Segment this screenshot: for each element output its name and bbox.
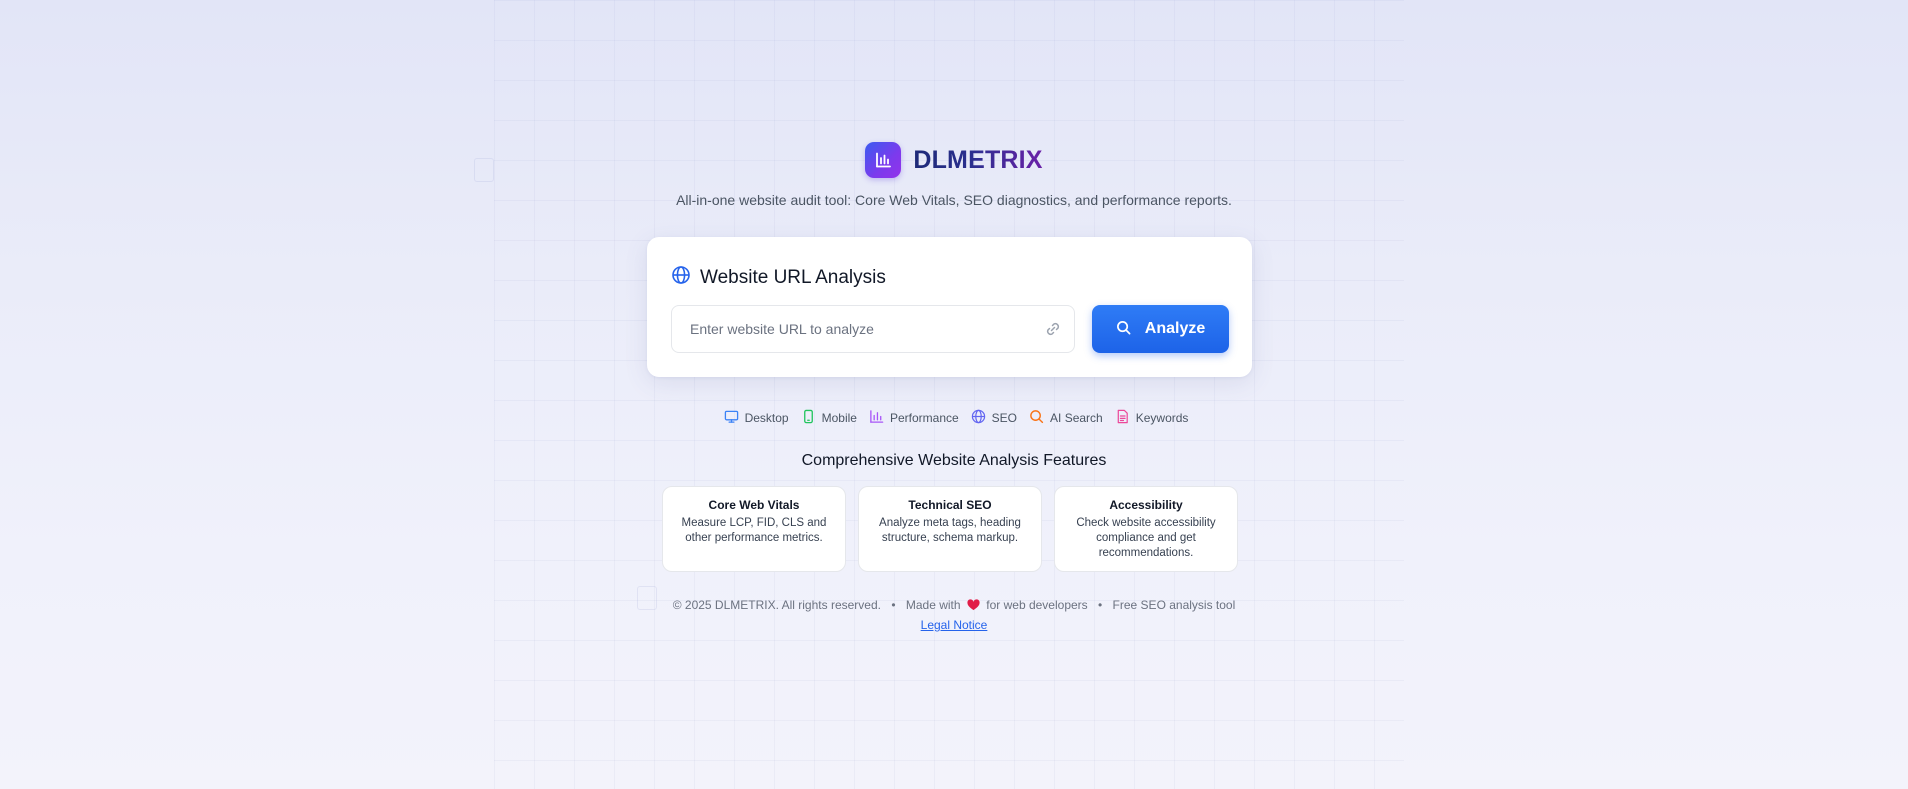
search-icon	[1029, 409, 1044, 427]
category-label: Desktop	[744, 411, 789, 425]
card-title: Website URL Analysis	[671, 265, 886, 290]
smartphone-icon	[801, 409, 816, 427]
card-title-text: Website URL Analysis	[700, 266, 886, 288]
tagline: All-in-one website audit tool: Core Web …	[676, 192, 1232, 208]
category-desktop: Desktop	[724, 409, 789, 427]
legal-notice-container: Legal Notice	[0, 618, 1908, 632]
feature-card-accessibility: Accessibility Check website accessibilit…	[1054, 486, 1238, 572]
document-icon	[1115, 409, 1130, 427]
globe-icon	[971, 409, 986, 427]
url-analysis-card: Website URL Analysis Analyze	[647, 237, 1252, 377]
legal-notice-link[interactable]: Legal Notice	[921, 618, 988, 632]
category-seo: SEO	[971, 409, 1017, 427]
category-label: AI Search	[1050, 411, 1103, 425]
features-heading: Comprehensive Website Analysis Features	[801, 452, 1107, 469]
feature-description: Analyze meta tags, heading structure, sc…	[879, 517, 1021, 544]
page: DLMETRIX All-in-one website audit tool: …	[0, 0, 1908, 789]
feature-description: Measure LCP, FID, CLS and other performa…	[681, 517, 827, 544]
feature-card-technical-seo: Technical SEO Analyze meta tags, heading…	[858, 486, 1042, 572]
search-icon	[1116, 320, 1131, 338]
globe-icon	[671, 265, 691, 290]
feature-description: Check website accessibility compliance a…	[1076, 517, 1216, 559]
category-label: Keywords	[1135, 411, 1189, 425]
category-mobile: Mobile	[801, 409, 857, 427]
monitor-icon	[724, 409, 739, 427]
feature-list: Core Web Vitals Measure LCP, FID, CLS an…	[662, 486, 1238, 572]
footer-separator: •	[1098, 598, 1103, 612]
brand-logo-icon	[865, 142, 902, 178]
copyright-text: © 2025 DLMETRIX. All rights reserved.	[672, 598, 881, 612]
feature-title: Technical SEO	[908, 498, 992, 512]
analyze-button-label: Analyze	[1144, 320, 1206, 337]
brand-name: DLMETRIX	[913, 145, 1043, 174]
category-list: Desktop Mobile Performance SEO AI Search…	[0, 409, 1908, 427]
footer: © 2025 DLMETRIX. All rights reserved. • …	[0, 598, 1908, 614]
url-input-container[interactable]	[671, 305, 1075, 353]
category-ai-search: AI Search	[1029, 409, 1103, 427]
heart-icon	[967, 599, 980, 614]
category-label: Mobile	[821, 411, 857, 425]
link-icon	[1044, 320, 1062, 343]
made-with-prefix: Made with	[905, 598, 961, 612]
category-label: Performance	[889, 411, 959, 425]
feature-title: Accessibility	[1109, 498, 1183, 512]
feature-title: Core Web Vitals	[708, 498, 800, 512]
category-keywords: Keywords	[1115, 409, 1189, 427]
analyze-button[interactable]: Analyze	[1092, 305, 1229, 353]
category-performance: Performance	[869, 409, 959, 427]
category-label: SEO	[991, 411, 1018, 425]
tool-note: Free SEO analysis tool	[1112, 598, 1236, 612]
made-with-suffix: for web developers	[986, 598, 1088, 612]
footer-separator: •	[891, 598, 896, 612]
bar-chart-icon	[869, 409, 884, 427]
url-input[interactable]	[688, 320, 1032, 338]
feature-card-core-web-vitals: Core Web Vitals Measure LCP, FID, CLS an…	[662, 486, 846, 572]
brand-header: DLMETRIX	[0, 142, 1908, 178]
